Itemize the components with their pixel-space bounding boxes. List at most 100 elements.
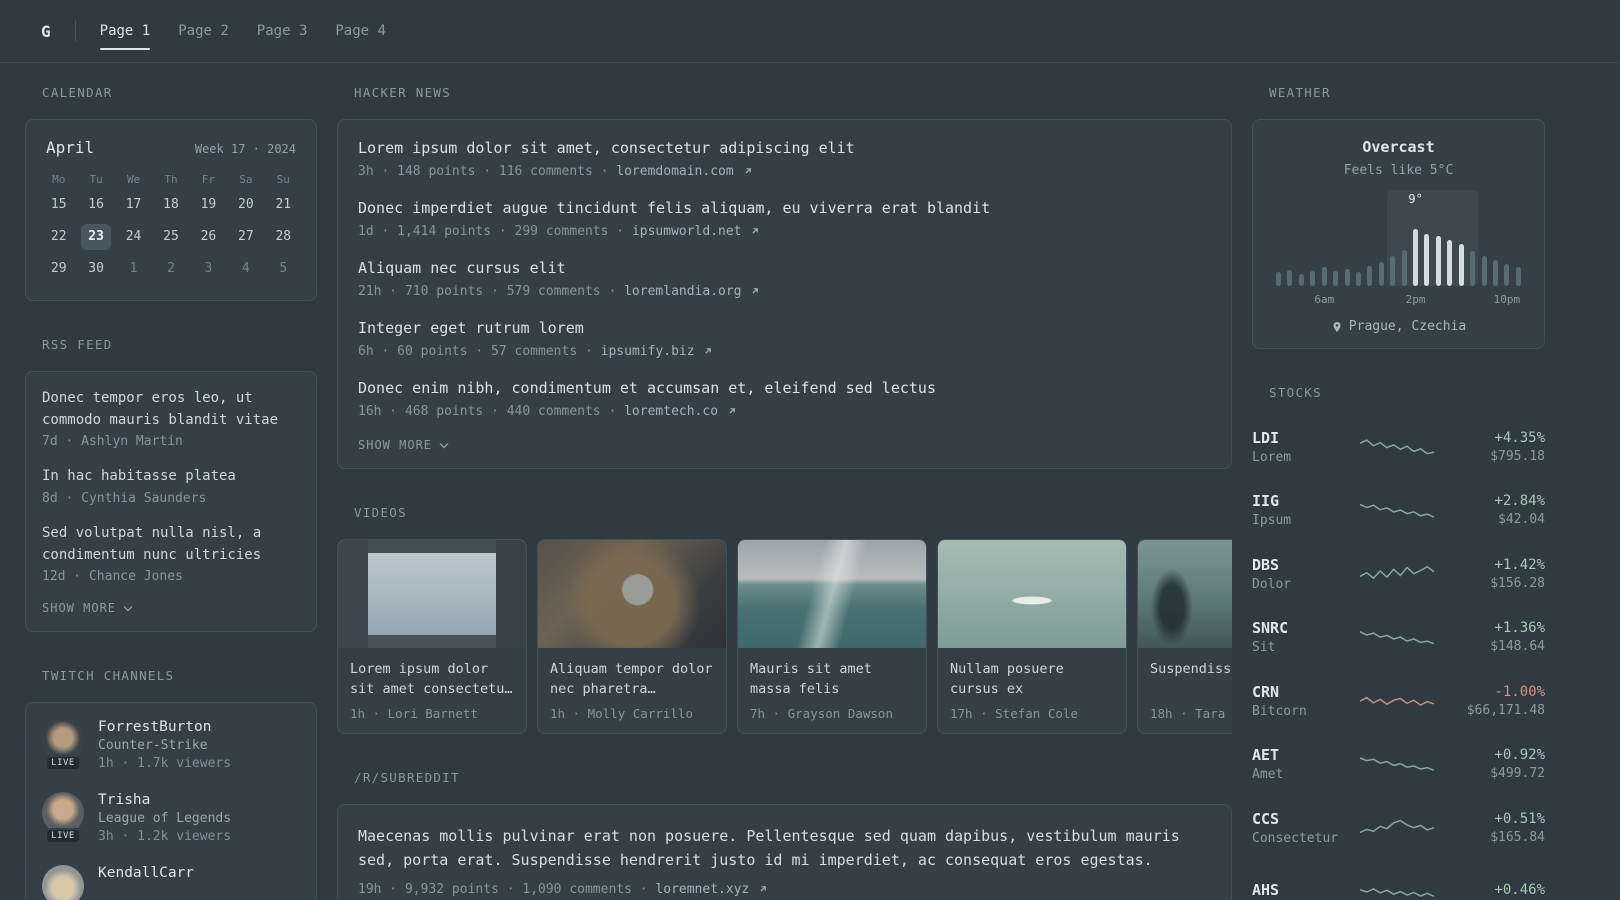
hackernews-story: Donec enim nibh, condimentum et accumsan… [358,378,1211,421]
stocks-section-title: STOCKS [1269,385,1322,400]
rss-show-more-button[interactable]: SHOW MORE [42,601,300,615]
calendar-day: 16 [88,197,104,212]
video-thumbnail[interactable] [538,540,726,648]
page-tab[interactable]: Page 1 [99,23,150,50]
rss-item-title[interactable]: Sed volutpat nulla nisl, a condimentum n… [42,523,300,566]
rss-item-title[interactable]: Donec tempor eros leo, ut commodo mauris… [42,388,300,431]
weather-bar [1458,243,1464,286]
hackernews-story-domain[interactable]: loremtech.co [624,404,718,419]
stock-change: +2.84% [1494,493,1545,510]
calendar-weekday: Sa [239,173,253,186]
hackernews-story-meta: 3h · 148 points · 116 comments · loremdo… [358,162,1211,181]
hackernews-story-title[interactable]: Donec imperdiet augue tincidunt felis al… [358,198,1211,219]
sparkline-path [1360,820,1434,832]
twitch-avatar-wrap: LIVE [42,719,84,772]
calendar-day: 21 [275,197,292,212]
weather-bar [1390,256,1396,286]
stock-sparkline [1348,814,1445,842]
hackernews-story-domain[interactable]: loremlandia.org [624,284,741,299]
stock-row[interactable]: AET Amet +0.92% $499.72 [1252,733,1545,797]
video-author: 1h · Lori Barnett [350,706,478,721]
video-card-body: Nullam posuere cursus ex 17h · Stefan Co… [938,648,1126,733]
weather-bar [1344,268,1350,286]
weather-bar [1493,259,1499,286]
hackernews-show-more-button[interactable]: SHOW MORE [358,438,1211,452]
hackernews-story-domain[interactable]: ipsumify.biz [601,344,695,359]
weather-bar [1287,269,1293,286]
videos-section-title: VIDEOS [354,505,407,520]
twitch-channel[interactable]: LIVE KendallCarr [42,865,300,900]
page-tab[interactable]: Page 2 [178,23,229,39]
hackernews-list: Lorem ipsum dolor sit amet, consectetur … [358,138,1211,421]
stock-price: $148.64 [1490,639,1545,655]
twitch-channel[interactable]: LIVE ForrestBurton Counter-Strike 1h · 1… [42,719,300,772]
video-card[interactable]: Aliquam tempor dolor nec pharetra… 1h · … [537,539,727,734]
video-title[interactable]: Mauris sit amet massa felis [750,659,914,699]
page-tab[interactable]: Page 3 [257,23,308,39]
rss-item-title[interactable]: In hac habitasse platea [42,466,300,488]
videos-widget: VIDEOS Lorem ipsum dolor sit amet consec… [337,505,1232,734]
avatar [42,865,84,900]
hackernews-story-title[interactable]: Aliquam nec cursus elit [358,258,1211,279]
hackernews-story-domain[interactable]: loremdomain.com [616,164,733,179]
rss-item-meta: 12d · Chance Jones [42,569,183,585]
video-thumbnail[interactable] [938,540,1126,648]
sparkline-chart [1360,433,1434,461]
subreddit-post-title[interactable]: Maecenas mollis pulvinar erat non posuer… [358,824,1211,872]
stock-id: CCS Consectetur [1252,810,1348,846]
stock-row[interactable]: AHS +0.46% [1252,860,1545,900]
weather-bar [1378,262,1384,286]
twitch-channel-name[interactable]: KendallCarr [98,865,194,881]
hackernews-story-title[interactable]: Lorem ipsum dolor sit amet, consectetur … [358,138,1211,159]
subreddit-post-domain[interactable]: loremnet.xyz [655,882,749,897]
video-thumbnail[interactable] [338,540,526,648]
stock-row[interactable]: CRN Bitcorn -1.00% $66,171.48 [1252,669,1545,733]
video-thumbnail[interactable] [1138,540,1232,648]
video-title[interactable]: Aliquam tempor dolor nec pharetra… [550,659,714,699]
video-card[interactable]: Suspendisse diam 18h · Tara [1137,539,1232,734]
weather-bar [1310,271,1316,286]
hackernews-story-domain[interactable]: ipsumworld.net [632,224,742,239]
stock-row[interactable]: LDI Lorem +4.35% $795.18 [1252,415,1545,479]
stock-row[interactable]: SNRC Sit +1.36% $148.64 [1252,606,1545,670]
top-nav: G Page 1 Page 2 Page 3 Page 4 [0,0,1620,63]
stock-price: $499.72 [1490,766,1545,782]
sparkline-path [1360,632,1434,644]
sparkline-chart [1360,496,1434,524]
weather-bar [1413,228,1419,286]
stock-row[interactable]: CCS Consectetur +0.51% $165.84 [1252,796,1545,860]
stock-sparkline [1348,560,1445,588]
app-logo[interactable]: G [41,22,51,41]
video-card[interactable]: Lorem ipsum dolor sit amet consectetu… 1… [337,539,527,734]
video-card-body: Suspendisse diam 18h · Tara [1138,648,1232,733]
show-more-label: SHOW MORE [42,601,117,616]
twitch-channel-name[interactable]: Trisha [98,792,231,808]
stock-sparkline [1348,750,1445,778]
rss-item-meta: 8d · Cynthia Saunders [42,491,207,507]
stock-sparkline [1348,433,1445,461]
hackernews-story-title[interactable]: Donec enim nibh, condimentum et accumsan… [358,378,1211,399]
weather-time-label: 2pm [1405,293,1426,306]
stock-id: SNRC Sit [1252,619,1348,655]
video-thumbnail[interactable] [738,540,926,648]
stock-row[interactable]: IIG Ipsum +2.84% $42.04 [1252,479,1545,543]
external-link-icon [760,886,766,892]
video-card[interactable]: Mauris sit amet massa felis 7h · Grayson… [737,539,927,734]
calendar-weekday: Tu [89,173,103,186]
twitch-channel[interactable]: LIVE Trisha League of Legends 3h · 1.2k … [42,792,300,845]
video-title[interactable]: Lorem ipsum dolor sit amet consectetu… [350,659,514,699]
hackernews-story-title[interactable]: Integer eget rutrum lorem [358,318,1211,339]
sparkline-path [1360,889,1434,897]
sparkline-chart [1360,623,1434,651]
video-card[interactable]: Nullam posuere cursus ex 17h · Stefan Co… [937,539,1127,734]
twitch-section-title: TWITCH CHANNELS [42,668,175,684]
video-title[interactable]: Suspendisse diam [1150,659,1232,699]
stock-change: +1.42% [1494,556,1545,573]
calendar-card: April Week 17 · 2024 Mo Tu We Th Fr Sa S… [25,119,317,301]
calendar-weekday: Su [276,173,290,186]
video-title[interactable]: Nullam posuere cursus ex [950,659,1114,699]
stock-row[interactable]: DBS Dolor +1.42% $156.28 [1252,542,1545,606]
page-tab[interactable]: Page 4 [335,23,386,39]
twitch-channel-list: LIVE ForrestBurton Counter-Strike 1h · 1… [42,719,300,900]
twitch-channel-name[interactable]: ForrestBurton [98,719,231,735]
